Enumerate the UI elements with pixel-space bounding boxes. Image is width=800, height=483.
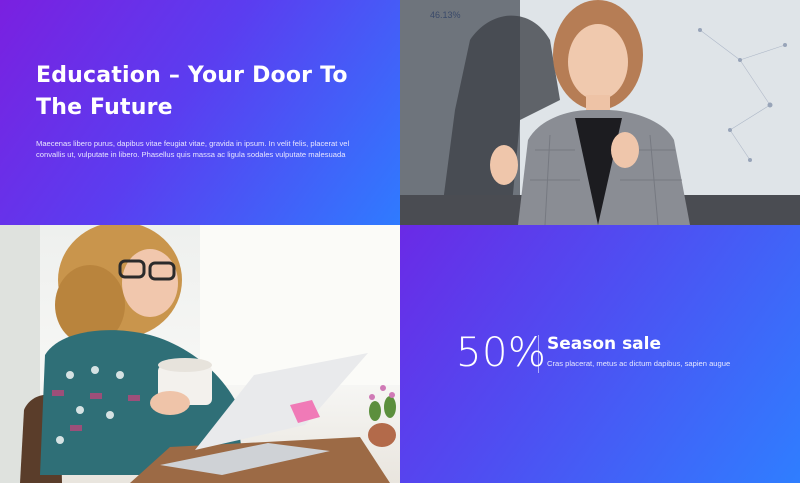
sale-subtitle: Cras placerat, metus ac dictum dapibus, …	[547, 359, 731, 368]
student-laptop-illustration	[0, 225, 400, 483]
hero-title: Education – Your Door To The Future	[36, 63, 348, 120]
screen-stat-text: 46.13%	[430, 10, 461, 20]
video-thumbnail[interactable]: 46.13%	[400, 0, 800, 225]
student-laptop-photo	[0, 225, 400, 483]
promo-divider	[538, 335, 539, 373]
sale-title: Season sale	[547, 334, 662, 354]
hero-description: Maecenas libero purus, dapibus vitae feu…	[36, 139, 350, 159]
video-scene-illustration: 46.13%	[400, 0, 800, 225]
discount-percent: 50%	[456, 330, 547, 376]
season-sale-promo: 50% Season sale Cras placerat, metus ac …	[400, 225, 800, 483]
page-grid: Education – Your Door To The Future Maec…	[0, 0, 800, 483]
hero-section: Education – Your Door To The Future Maec…	[0, 0, 400, 225]
